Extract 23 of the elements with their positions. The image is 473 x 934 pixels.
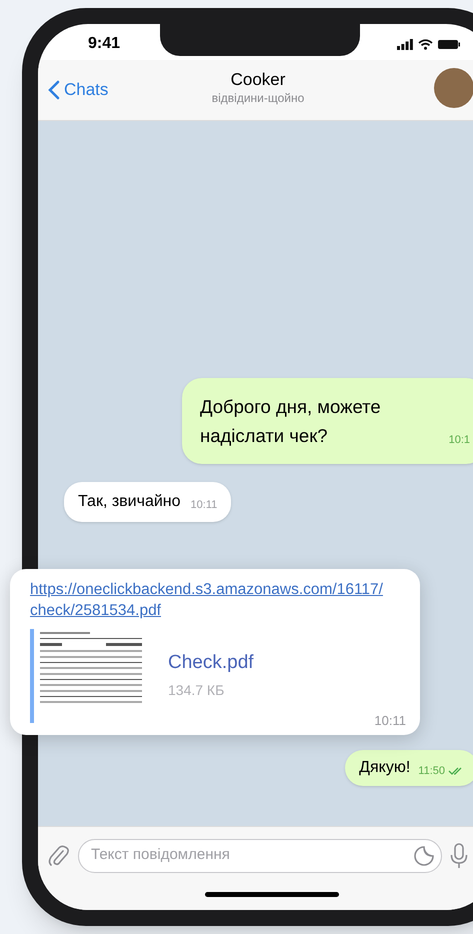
message-time: 11:50: [418, 764, 445, 778]
chat-status: відвідини-щойно: [212, 90, 304, 106]
message-text: Дякую!: [359, 758, 410, 778]
message-text: Доброго дня, можете надіслати чек?: [200, 395, 382, 448]
signal-icon: [397, 38, 413, 50]
battery-icon: [438, 38, 460, 50]
back-button[interactable]: Chats: [48, 77, 108, 103]
message-time: 10:1: [448, 432, 470, 448]
chat-title: Cooker: [230, 70, 286, 90]
message-time: 10:11: [190, 498, 218, 512]
message-text: Так, звичайно: [78, 492, 181, 512]
status-time: 9:41: [88, 34, 120, 54]
paperclip-icon[interactable]: [48, 844, 70, 868]
file-name[interactable]: Check.pdf: [168, 649, 406, 678]
message-time: 10:11: [374, 712, 406, 730]
microphone-icon[interactable]: [450, 842, 468, 868]
wifi-icon: [418, 38, 433, 50]
chevron-left-icon: [48, 80, 60, 100]
file-link[interactable]: https://oneclickbackend.s3.amazonaws.com/16117/check/2581534.pdf: [30, 579, 388, 621]
message-field[interactable]: Текст повідомлення: [78, 838, 442, 872]
avatar[interactable]: [434, 68, 473, 108]
sticker-icon[interactable]: [413, 844, 435, 866]
file-size: 134.7 КБ: [168, 680, 226, 700]
